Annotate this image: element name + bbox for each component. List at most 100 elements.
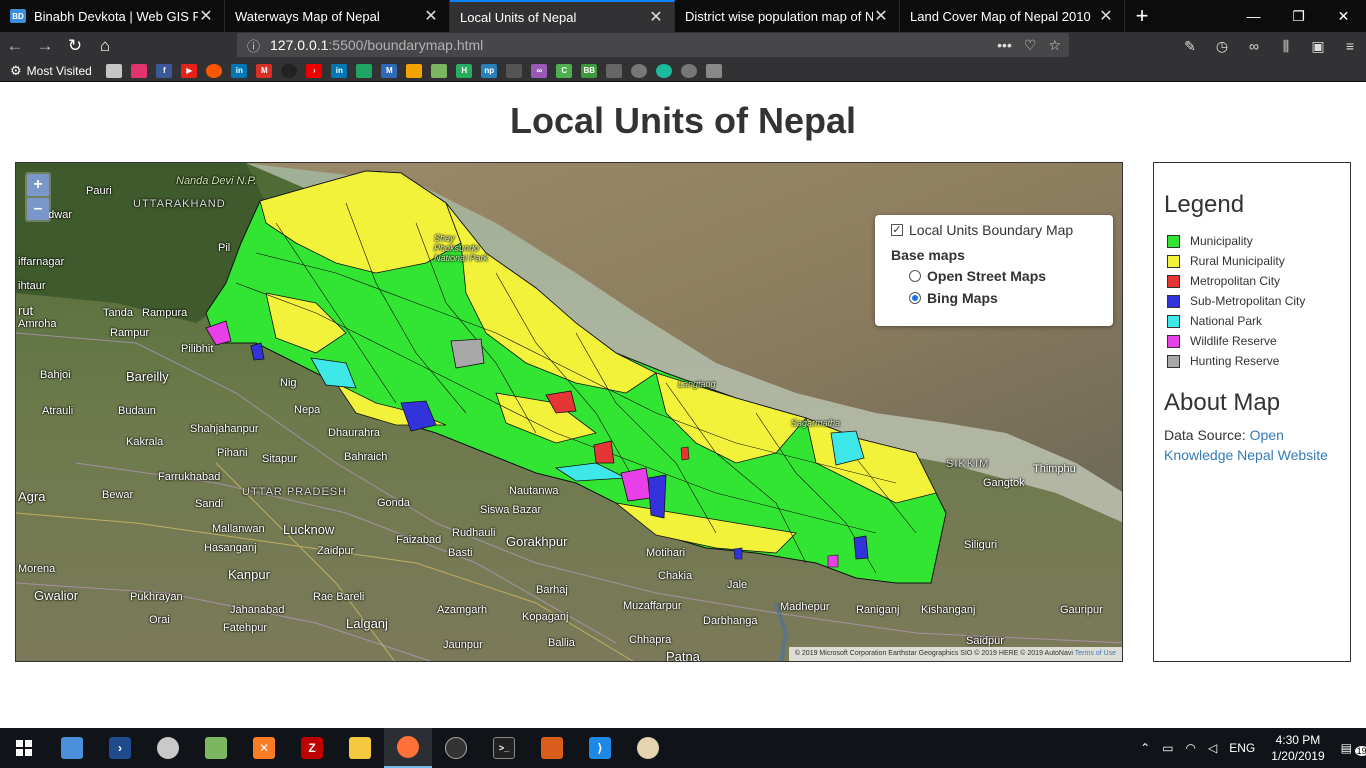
page-actions-icon[interactable]: ••• (997, 37, 1012, 54)
gmail-icon[interactable]: M (256, 63, 273, 78)
facebook-icon[interactable]: f (156, 63, 173, 78)
chevron-up-icon[interactable]: ⌃ (1140, 741, 1150, 755)
taskbar-app-powershell[interactable]: › (96, 728, 144, 768)
taskbar-app-terminal[interactable]: >_ (480, 728, 528, 768)
close-icon[interactable]: ✕ (198, 6, 214, 26)
close-icon[interactable]: ✕ (423, 6, 439, 26)
minimize-icon[interactable]: — (1231, 0, 1276, 32)
bookmark-icon[interactable]: np (481, 63, 498, 78)
base-layer-bing[interactable]: Bing Maps (909, 287, 1103, 309)
bookmark-icon[interactable] (431, 63, 448, 78)
close-icon[interactable]: ✕ (1098, 6, 1114, 26)
mask-icon[interactable]: ∞ (1238, 32, 1270, 60)
back-icon[interactable]: ← (0, 32, 30, 60)
bookmark-icon[interactable]: M (381, 63, 398, 78)
library-icon[interactable]: ⫼ (1270, 32, 1302, 60)
home-icon[interactable]: ⌂ (90, 32, 120, 60)
pocket-icon[interactable]: ♡ (1024, 37, 1037, 54)
bookmark-icon[interactable] (406, 63, 423, 78)
taskbar-app-qgis[interactable] (144, 728, 192, 768)
tab-2[interactable]: Local Units of Nepal ✕ (450, 0, 675, 32)
radio-icon[interactable] (909, 270, 921, 282)
tab-favicon: BD (10, 9, 26, 23)
history-icon[interactable]: ◷ (1206, 32, 1238, 60)
terminal-icon: >_ (493, 737, 515, 759)
close-icon[interactable]: ✕ (873, 6, 889, 26)
window-controls: — ❐ ✕ (1231, 0, 1366, 32)
forward-icon[interactable]: → (30, 32, 60, 60)
taskbar-app-xampp[interactable]: ✕ (240, 728, 288, 768)
tab-1[interactable]: Waterways Map of Nepal ✕ (225, 0, 450, 32)
taskbar-app-vscode[interactable]: ⟩ (576, 728, 624, 768)
youtube-icon[interactable]: ▶ (181, 63, 198, 78)
taskbar-app-obs[interactable] (432, 728, 480, 768)
sidebar-icon[interactable]: ▣ (1302, 32, 1334, 60)
linkedin-icon[interactable]: in (331, 63, 348, 78)
overlay-toggle[interactable]: ✓ Local Units Boundary Map (891, 221, 1103, 239)
bookmark-icon[interactable]: C (556, 63, 573, 78)
reddit-icon[interactable] (206, 63, 223, 78)
taskbar-app-matlab[interactable] (528, 728, 576, 768)
radio-selected-icon[interactable] (909, 292, 921, 304)
bookmark-icon[interactable] (506, 63, 523, 78)
map-label: Ballia (548, 637, 575, 649)
taskbar-app-explorer[interactable] (336, 728, 384, 768)
bookmark-icon[interactable] (706, 63, 723, 78)
reload-icon[interactable]: ↻ (60, 32, 90, 60)
legend-swatch (1167, 294, 1180, 308)
tab-4[interactable]: Land Cover Map of Nepal 2010 ✕ (900, 0, 1125, 32)
checkbox-checked-icon[interactable]: ✓ (891, 224, 903, 236)
base-layer-osm[interactable]: Open Street Maps (909, 265, 1103, 287)
restore-icon[interactable]: ❐ (1276, 0, 1321, 32)
new-tab-button[interactable]: + (1125, 0, 1159, 32)
legend-item: Wildlife Reserve (1167, 331, 1340, 351)
map-label: Orai (149, 614, 170, 626)
terms-of-use-link[interactable]: Terms of Use (1075, 650, 1116, 657)
legend-label: Metropolitan City (1190, 274, 1281, 288)
bookmark-icon[interactable] (131, 63, 148, 78)
map-container[interactable]: Nanda Devi N.P. Pauri UTTARAKHAND Haridw… (15, 162, 1123, 662)
zoom-in-button[interactable]: + (27, 174, 49, 196)
bookmark-icon[interactable] (606, 63, 623, 78)
map-label: Rampur (110, 327, 150, 339)
folder-icon[interactable] (106, 63, 123, 78)
close-icon[interactable]: ✕ (648, 7, 664, 27)
legend-item: Sub-Metropolitan City (1167, 291, 1340, 311)
drive-icon[interactable] (356, 63, 373, 78)
globe-icon[interactable] (631, 63, 648, 78)
zoom-out-button[interactable]: – (27, 198, 49, 220)
taskbar-app-firefox[interactable] (384, 728, 432, 768)
close-window-icon[interactable]: ✕ (1321, 0, 1366, 32)
bookmark-icon[interactable]: H (456, 63, 473, 78)
globe-icon[interactable] (681, 63, 698, 78)
info-icon[interactable]: ⓘ (247, 36, 260, 55)
clock[interactable]: 4:30 PM 1/20/2019 (1271, 732, 1324, 764)
tab-0[interactable]: BD Binabh Devkota | Web GIS Proje ✕ (0, 0, 225, 32)
map-label: Amroha (18, 318, 57, 330)
taskbar-app-paint[interactable] (624, 728, 672, 768)
wifi-icon[interactable]: ◠ (1186, 741, 1196, 755)
linkedin-icon[interactable]: in (231, 63, 248, 78)
bookmark-star-icon[interactable]: ☆ (1048, 37, 1061, 54)
notification-count: 19 (1354, 746, 1366, 756)
url-bar[interactable]: ⓘ 127.0.0.1:5500/boundarymap.html ••• ♡ … (237, 33, 1069, 57)
battery-icon[interactable]: ▭ (1162, 741, 1173, 755)
bookmark-icon[interactable]: › (306, 63, 323, 78)
notification-icon[interactable]: ▤ 19 (1341, 741, 1366, 756)
menu-icon[interactable]: ≡ (1334, 32, 1366, 60)
taskbar-app-notepad[interactable] (192, 728, 240, 768)
most-visited[interactable]: ⚙ Most Visited (10, 63, 92, 79)
tab-3[interactable]: District wise population map of Ne ✕ (675, 0, 900, 32)
tools-icon[interactable]: ✎ (1174, 32, 1206, 60)
map-label: Tanda (103, 307, 133, 319)
taskbar-app-control-panel[interactable] (48, 728, 96, 768)
language-indicator[interactable]: ENG (1229, 741, 1255, 755)
bookmark-icon[interactable]: ∞ (531, 63, 548, 78)
windows-start-icon[interactable] (0, 728, 48, 768)
taskbar-app-filezilla[interactable]: Z (288, 728, 336, 768)
url-text[interactable]: 127.0.0.1:5500/boundarymap.html (270, 37, 997, 53)
github-icon[interactable] (281, 63, 298, 78)
volume-icon[interactable]: ◁ (1208, 741, 1217, 755)
bookmark-icon[interactable] (656, 63, 673, 78)
bookmark-icon[interactable]: BB (581, 63, 598, 78)
